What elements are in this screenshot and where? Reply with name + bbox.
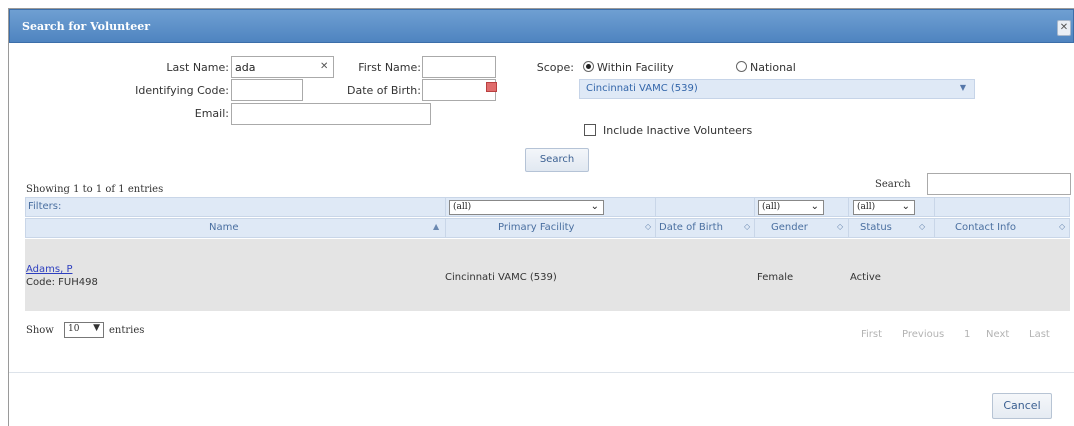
sort-icon[interactable]: ◇ bbox=[837, 222, 843, 231]
entries-label: entries bbox=[109, 325, 145, 336]
column-header-name[interactable]: Name bbox=[209, 222, 239, 233]
filter-facility-select[interactable]: (all) ⌄ bbox=[449, 200, 604, 215]
filter-gender-value: (all) bbox=[762, 202, 781, 212]
filters-row: Filters: (all) ⌄ (all) ⌄ (all) ⌄ bbox=[25, 197, 1070, 217]
sort-icon[interactable]: ◇ bbox=[1059, 222, 1065, 231]
dialog-title: Search for Volunteer bbox=[22, 20, 150, 33]
show-label: Show bbox=[26, 325, 54, 336]
column-cell-gender: Gender ◇ bbox=[754, 219, 848, 237]
calendar-icon[interactable] bbox=[486, 82, 497, 92]
scope-national-radio[interactable] bbox=[736, 61, 747, 72]
table-search-input[interactable] bbox=[927, 173, 1071, 195]
filter-gender-select[interactable]: (all) ⌄ bbox=[758, 200, 824, 215]
scope-within-facility-label: Within Facility bbox=[597, 61, 674, 74]
volunteer-status: Active bbox=[850, 272, 881, 283]
dialog-titlebar[interactable]: Search for Volunteer ✕ bbox=[9, 9, 1074, 43]
clear-last-name-icon[interactable]: ✕ bbox=[320, 61, 328, 72]
header-row: Name ▲ Primary Facility ◇ Date of Birth … bbox=[25, 218, 1070, 238]
last-name-input[interactable] bbox=[231, 56, 334, 78]
close-icon[interactable]: ✕ bbox=[1057, 20, 1071, 36]
email-input[interactable] bbox=[231, 103, 431, 125]
first-name-input[interactable] bbox=[422, 56, 496, 78]
filter-status-select[interactable]: (all) ⌄ bbox=[853, 200, 915, 215]
sort-asc-icon[interactable]: ▲ bbox=[433, 222, 439, 231]
search-button[interactable]: Search bbox=[525, 148, 589, 172]
sort-icon[interactable]: ◇ bbox=[744, 222, 750, 231]
column-cell-dob: Date of Birth ◇ bbox=[655, 219, 754, 237]
column-header-gender[interactable]: Gender bbox=[771, 222, 808, 233]
include-inactive-label: Include Inactive Volunteers bbox=[603, 124, 753, 137]
dob-input[interactable] bbox=[422, 79, 496, 101]
volunteer-name-link[interactable]: Adams, P bbox=[26, 264, 72, 275]
first-name-label: First Name: bbox=[358, 61, 421, 74]
column-header-contact-info[interactable]: Contact Info bbox=[955, 222, 1016, 233]
volunteer-gender: Female bbox=[757, 272, 794, 283]
last-name-label: Last Name: bbox=[166, 61, 229, 74]
chevron-down-icon: ⌄ bbox=[590, 201, 599, 212]
pager-next[interactable]: Next bbox=[986, 329, 1009, 340]
pager-previous[interactable]: Previous bbox=[902, 329, 944, 340]
scope-label: Scope: bbox=[536, 61, 574, 74]
chevron-down-icon: ⌄ bbox=[901, 201, 910, 212]
facility-select[interactable]: Cincinnati VAMC (539) ▼ bbox=[579, 79, 975, 99]
volunteer-code: Code: FUH498 bbox=[26, 277, 98, 288]
pager-first[interactable]: First bbox=[861, 329, 882, 340]
column-cell-status: Status ◇ bbox=[848, 219, 934, 237]
table-row[interactable]: Adams, P Code: FUH498 Cincinnati VAMC (5… bbox=[25, 239, 1070, 311]
identifying-code-input[interactable] bbox=[231, 79, 303, 101]
sort-icon[interactable]: ◇ bbox=[919, 222, 925, 231]
table-info: Showing 1 to 1 of 1 entries bbox=[26, 184, 164, 195]
volunteer-facility: Cincinnati VAMC (539) bbox=[445, 272, 557, 283]
pager-page-1[interactable]: 1 bbox=[964, 329, 970, 340]
filter-cell-dob bbox=[655, 198, 754, 216]
identifying-code-label: Identifying Code: bbox=[135, 84, 229, 97]
column-cell-contact: Contact Info ◇ bbox=[934, 219, 1071, 237]
filter-cell-status: (all) ⌄ bbox=[848, 198, 934, 216]
pager-last[interactable]: Last bbox=[1029, 329, 1050, 340]
column-header-primary-facility[interactable]: Primary Facility bbox=[498, 222, 574, 233]
page-size-select[interactable]: 10 ▼ bbox=[64, 322, 104, 338]
email-label: Email: bbox=[194, 107, 229, 120]
filter-status-value: (all) bbox=[857, 202, 876, 212]
column-cell-facility: Primary Facility ◇ bbox=[445, 219, 655, 237]
chevron-down-icon: ▼ bbox=[959, 83, 966, 92]
chevron-down-icon: ⌄ bbox=[810, 201, 819, 212]
sort-icon[interactable]: ◇ bbox=[645, 222, 651, 231]
footer-divider bbox=[9, 372, 1074, 373]
cancel-button[interactable]: Cancel bbox=[992, 393, 1052, 419]
page-size-value: 10 bbox=[68, 324, 80, 334]
facility-select-value: Cincinnati VAMC (539) bbox=[586, 83, 698, 94]
filters-label: Filters: bbox=[28, 201, 62, 212]
column-header-status[interactable]: Status bbox=[860, 222, 892, 233]
chevron-down-icon: ▼ bbox=[93, 323, 100, 333]
filter-cell-facility: (all) ⌄ bbox=[445, 198, 655, 216]
include-inactive-checkbox[interactable] bbox=[584, 124, 596, 136]
search-volunteer-dialog: Search for Volunteer ✕ Last Name: ✕ Firs… bbox=[8, 8, 1074, 426]
filter-facility-value: (all) bbox=[453, 202, 472, 212]
dob-label: Date of Birth: bbox=[346, 84, 421, 97]
scope-within-facility-radio[interactable] bbox=[583, 61, 594, 72]
scope-national-label: National bbox=[750, 61, 796, 74]
filter-cell-contact bbox=[934, 198, 1071, 216]
column-header-dob[interactable]: Date of Birth bbox=[659, 222, 723, 233]
filter-cell-gender: (all) ⌄ bbox=[754, 198, 848, 216]
table-search-label: Search bbox=[875, 179, 911, 190]
